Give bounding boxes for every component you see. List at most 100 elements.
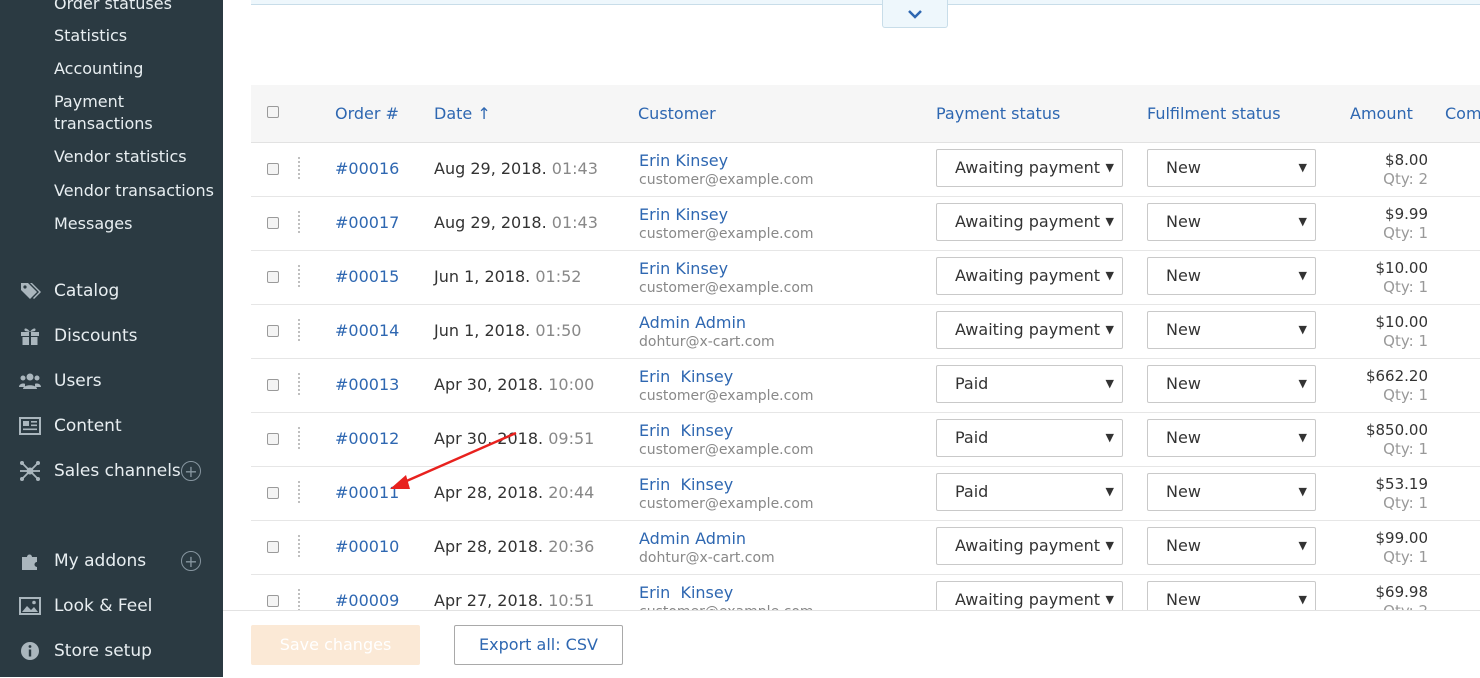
add-addon-button[interactable]: + <box>181 551 201 571</box>
order-number-link[interactable]: #00012 <box>335 429 399 448</box>
order-amount: $8.00 <box>1385 151 1428 169</box>
drag-handle-icon[interactable] <box>298 372 300 396</box>
payment-status-select[interactable]: Awaiting payment ▼ <box>936 257 1123 295</box>
column-header-fulfilment-status[interactable]: Fulfilment status <box>1147 85 1281 142</box>
sidebar-item-discounts[interactable]: Discounts <box>0 316 223 356</box>
customer-email: dohtur@x-cart.com <box>639 550 775 566</box>
order-number-link[interactable]: #00013 <box>335 375 399 394</box>
fulfilment-status-select[interactable]: New ▼ <box>1147 365 1316 403</box>
payment-status-value: Awaiting payment <box>955 158 1101 177</box>
row-checkbox[interactable] <box>267 325 279 337</box>
sidebar-item-look-feel[interactable]: Look & Feel <box>0 586 223 626</box>
customer-name-link[interactable]: Erin Kinsey <box>639 259 728 278</box>
drag-handle-icon[interactable] <box>298 318 300 342</box>
payment-status-select[interactable]: Awaiting payment ▼ <box>936 527 1123 565</box>
row-checkbox[interactable] <box>267 271 279 283</box>
row-checkbox[interactable] <box>267 379 279 391</box>
payment-status-select[interactable]: Awaiting payment ▼ <box>936 311 1123 349</box>
sidebar-item-store-setup[interactable]: Store setup <box>0 631 223 671</box>
order-amount: $10.00 <box>1375 313 1429 331</box>
column-header-payment-status[interactable]: Payment status <box>936 85 1060 142</box>
row-checkbox[interactable] <box>267 433 279 445</box>
sidebar-item-vendor-transactions[interactable]: Vendor transactions <box>54 180 214 202</box>
drag-handle-icon[interactable] <box>298 588 300 612</box>
order-date-time: 01:52 <box>535 267 582 286</box>
customer-name-link[interactable]: Erin Kinsey <box>639 583 733 602</box>
order-date-time: 20:36 <box>548 537 595 556</box>
customer-name-link[interactable]: Admin Admin <box>639 313 746 332</box>
sidebar-item-label: Store setup <box>54 641 152 661</box>
payment-status-select[interactable]: Paid ▼ <box>936 365 1123 403</box>
order-number-link[interactable]: #00016 <box>335 159 399 178</box>
order-amount: $99.00 <box>1375 529 1429 547</box>
save-changes-button[interactable]: Save changes <box>251 625 420 665</box>
sidebar-item-accounting[interactable]: Accounting <box>54 58 143 80</box>
payment-status-value: Paid <box>955 482 989 501</box>
row-checkbox[interactable] <box>267 217 279 229</box>
customer-name-link[interactable]: Admin Admin <box>639 529 746 548</box>
select-all-checkbox[interactable] <box>267 106 279 118</box>
payment-status-select[interactable]: Paid ▼ <box>936 473 1123 511</box>
sidebar-item-sales-channels[interactable]: Sales channels + <box>0 451 223 491</box>
drag-handle-icon[interactable] <box>298 156 300 180</box>
order-number-link[interactable]: #00014 <box>335 321 399 340</box>
sidebar-item-users[interactable]: Users <box>0 361 223 401</box>
drag-handle-icon[interactable] <box>298 534 300 558</box>
info-icon <box>19 640 41 662</box>
fulfilment-status-value: New <box>1166 158 1201 177</box>
order-quantity: Qty: 1 <box>1383 386 1428 404</box>
table-row: #00011 Apr 28, 2018. 20:44 Erin Kinsey cust… <box>251 466 1480 521</box>
customer-name-link[interactable]: Erin Kinsey <box>639 475 733 494</box>
customer-name-link[interactable]: Erin Kinsey <box>639 205 728 224</box>
row-checkbox[interactable] <box>267 487 279 499</box>
drag-handle-icon[interactable] <box>298 426 300 450</box>
order-number-link[interactable]: #00010 <box>335 537 399 556</box>
payment-status-select[interactable]: Awaiting payment ▼ <box>936 203 1123 241</box>
row-checkbox[interactable] <box>267 163 279 175</box>
row-checkbox[interactable] <box>267 595 279 607</box>
fulfilment-status-select[interactable]: New ▼ <box>1147 311 1316 349</box>
order-date-day: Aug 29, 2018. <box>434 159 547 178</box>
order-number-link[interactable]: #00017 <box>335 213 399 232</box>
sidebar-item-messages[interactable]: Messages <box>54 213 132 235</box>
drag-handle-icon[interactable] <box>298 264 300 288</box>
column-header-amount[interactable]: Amount <box>1350 85 1413 142</box>
sidebar-item-label: Catalog <box>54 281 120 301</box>
order-quantity: Qty: 2 <box>1383 170 1428 188</box>
order-number-link[interactable]: #00015 <box>335 267 399 286</box>
fulfilment-status-select[interactable]: New ▼ <box>1147 149 1316 187</box>
sidebar-item-content[interactable]: Content <box>0 406 223 446</box>
sidebar-item-label: Content <box>54 416 122 436</box>
order-number-link[interactable]: #00011 <box>335 483 399 502</box>
column-header-order[interactable]: Order # <box>335 85 399 142</box>
sidebar-item-my-addons[interactable]: My addons + <box>0 541 223 581</box>
sidebar-item-payment-transactions[interactable]: Payment transactions <box>54 91 164 135</box>
expand-filter-button[interactable] <box>882 0 948 28</box>
order-number-link[interactable]: #00009 <box>335 591 399 610</box>
sidebar-item-order-statuses[interactable]: Order statuses <box>54 0 172 15</box>
export-csv-button[interactable]: Export all: CSV <box>454 625 623 665</box>
order-date: Aug 29, 2018. 01:43 <box>434 213 598 232</box>
sidebar-item-statistics[interactable]: Statistics <box>54 25 127 47</box>
payment-status-select[interactable]: Awaiting payment ▼ <box>936 149 1123 187</box>
fulfilment-status-select[interactable]: New ▼ <box>1147 473 1316 511</box>
fulfilment-status-select[interactable]: New ▼ <box>1147 257 1316 295</box>
sidebar-item-catalog[interactable]: Catalog <box>0 271 223 311</box>
fulfilment-status-select[interactable]: New ▼ <box>1147 527 1316 565</box>
column-header-date[interactable]: Date ↑ <box>434 85 491 142</box>
column-header-comments[interactable]: Comm <box>1445 85 1480 142</box>
sidebar-item-vendor-statistics[interactable]: Vendor statistics <box>54 146 187 168</box>
drag-handle-icon[interactable] <box>298 210 300 234</box>
add-sales-channel-button[interactable]: + <box>181 461 201 481</box>
row-checkbox[interactable] <box>267 541 279 553</box>
drag-handle-icon[interactable] <box>298 480 300 504</box>
fulfilment-status-select[interactable]: New ▼ <box>1147 203 1316 241</box>
customer-name-link[interactable]: Erin Kinsey <box>639 421 733 440</box>
table-row: #00016 Aug 29, 2018. 01:43 Erin Kinsey cust… <box>251 142 1480 197</box>
customer-name-link[interactable]: Erin Kinsey <box>639 151 728 170</box>
fulfilment-status-value: New <box>1166 428 1201 447</box>
column-header-customer[interactable]: Customer <box>638 85 716 142</box>
fulfilment-status-select[interactable]: New ▼ <box>1147 419 1316 457</box>
payment-status-select[interactable]: Paid ▼ <box>936 419 1123 457</box>
customer-name-link[interactable]: Erin Kinsey <box>639 367 733 386</box>
